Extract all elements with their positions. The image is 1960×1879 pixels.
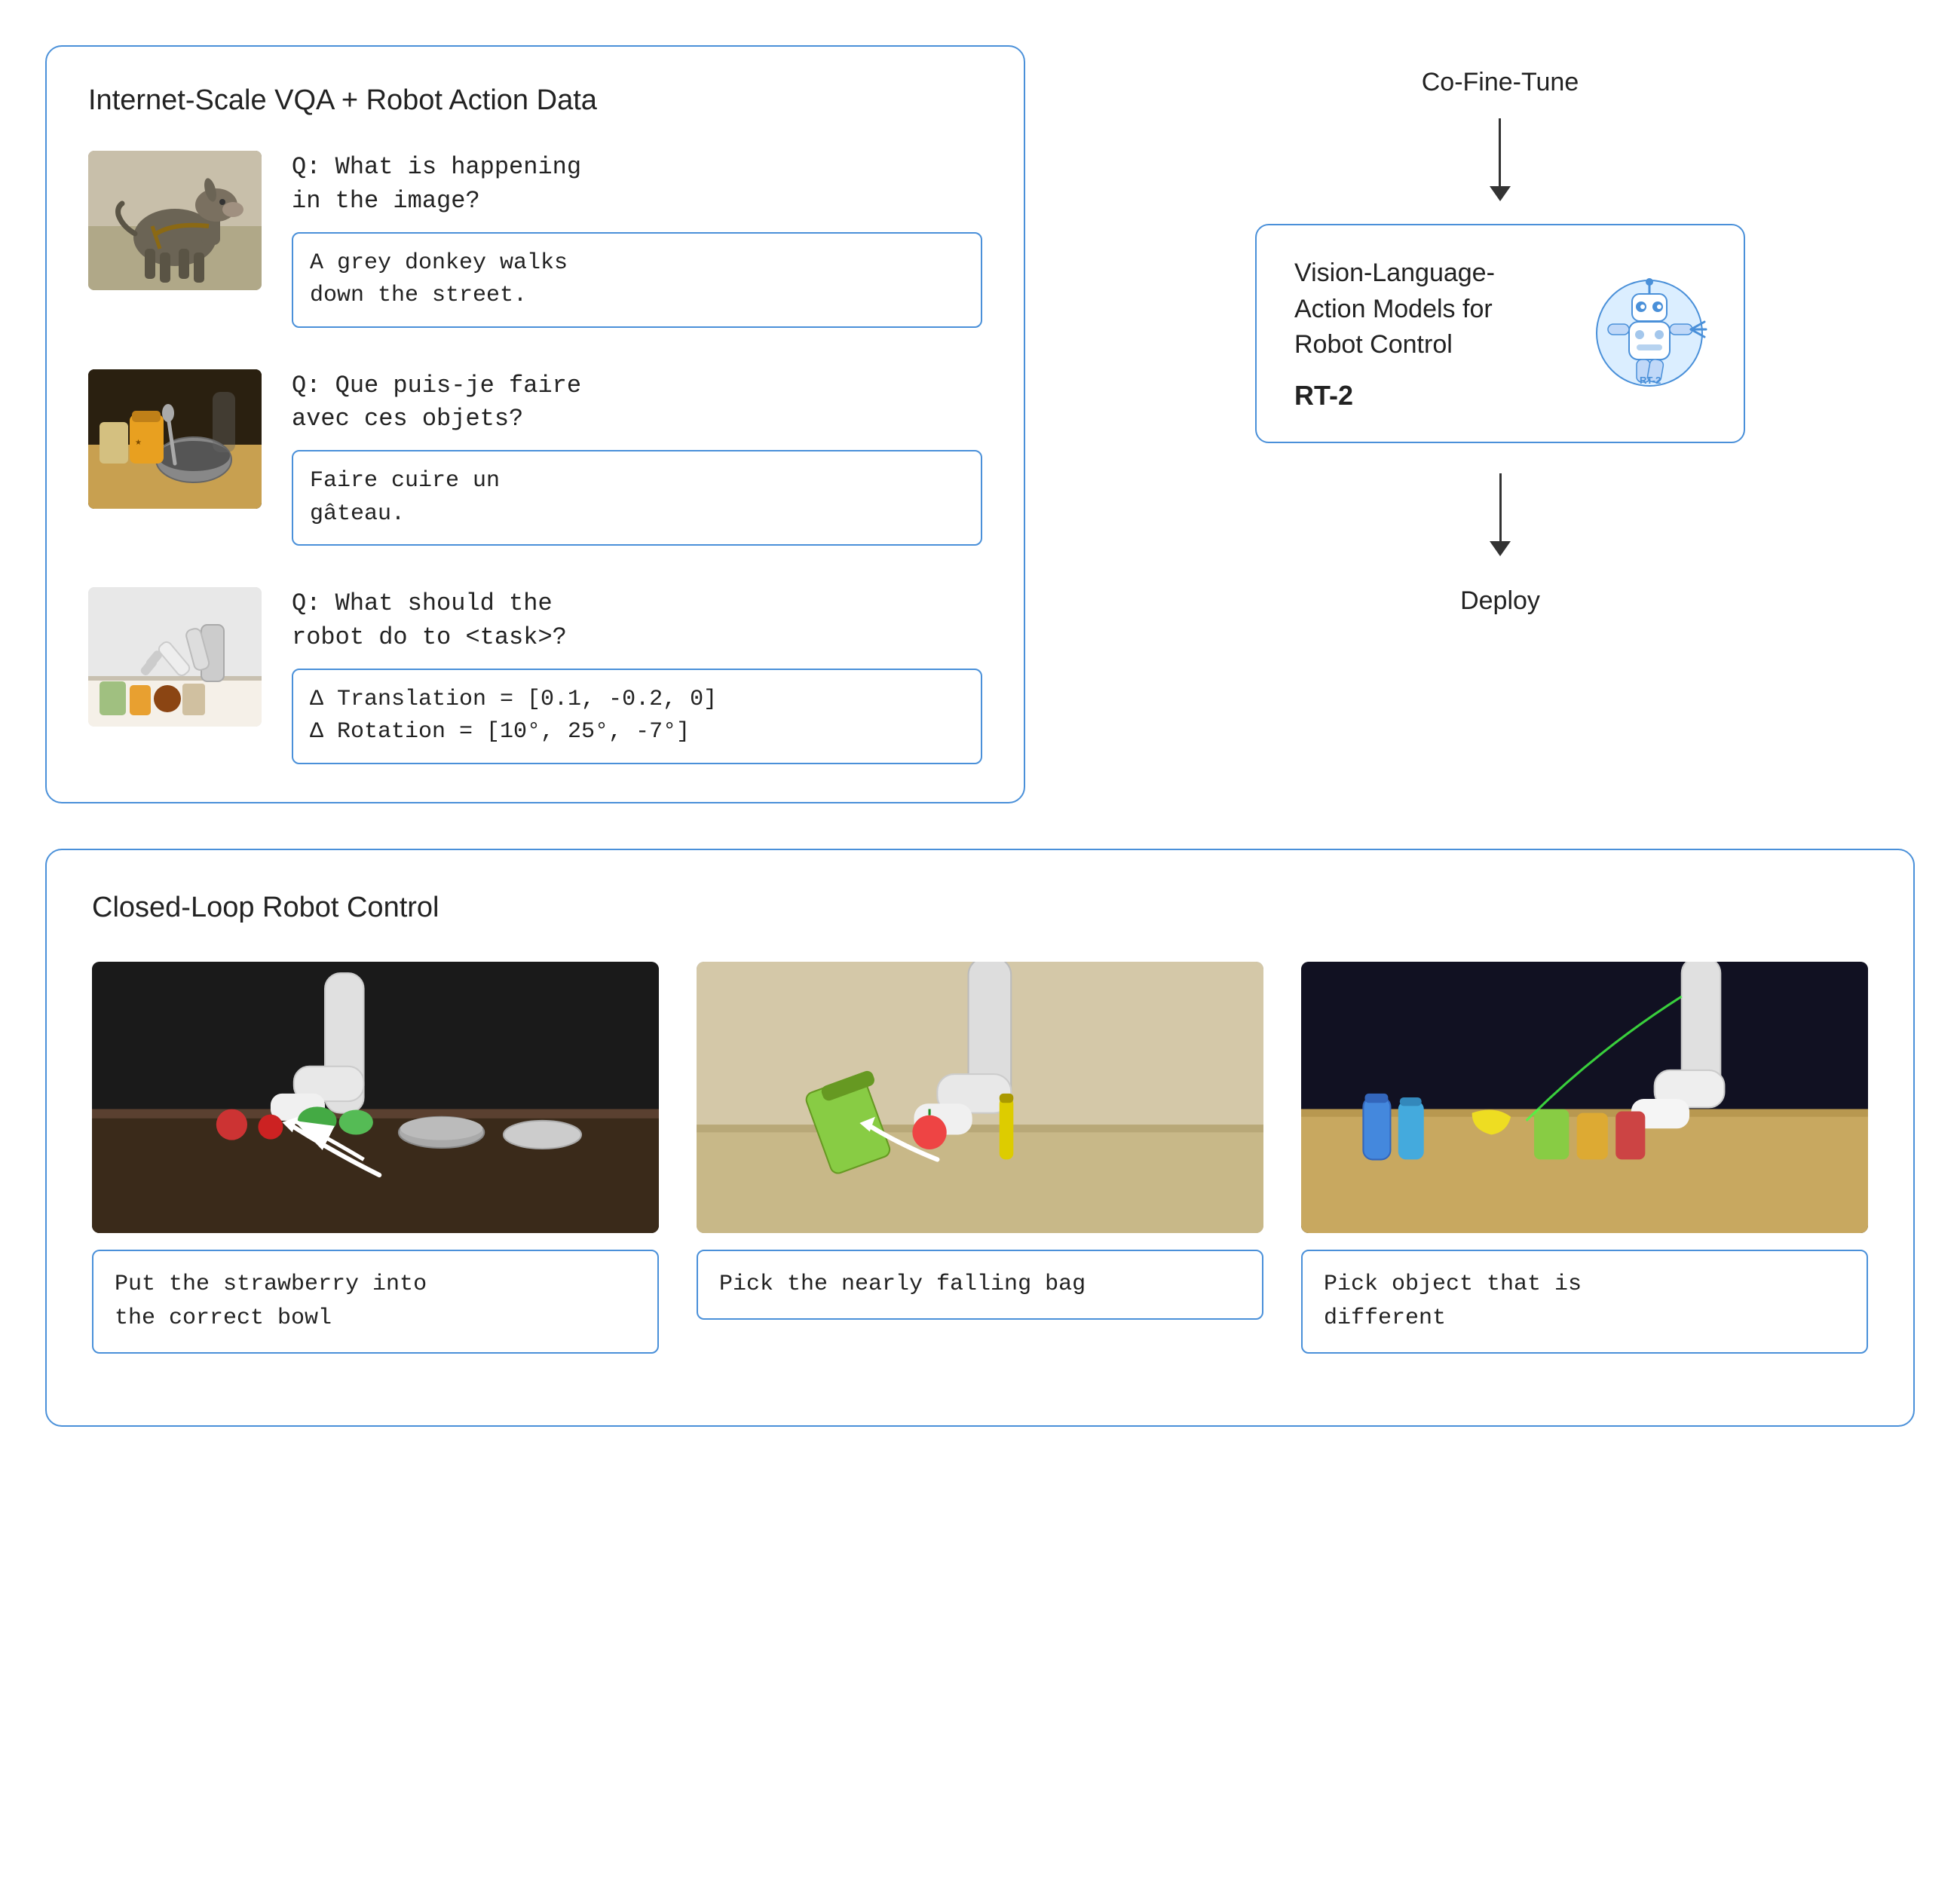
right-section: Co-Fine-Tune Vision-Language- Action Mod… [1025, 45, 1915, 628]
arrow-head-1 [1490, 186, 1511, 201]
deploy-label: Deploy [1460, 586, 1540, 616]
vqa-row-1: Q: What is happening in the image? A gre… [88, 151, 982, 328]
vqa-question-1: Q: What is happening in the image? [292, 151, 982, 219]
robot-img-3 [1301, 962, 1868, 1233]
vqa-answer-1: A grey donkey walks down the street. [292, 232, 982, 328]
robot-container-3: Pick object that is different [1301, 962, 1868, 1354]
robot-control-box: Closed-Loop Robot Control [45, 849, 1915, 1427]
vqa-question-2: Q: Que puis-je faire avec ces objets? [292, 369, 982, 437]
arrow-down-1 [1490, 118, 1511, 201]
robot-caption-2: Pick the nearly falling bag [697, 1250, 1263, 1320]
co-fine-tune-label: Co-Fine-Tune [1422, 68, 1579, 97]
vla-model-name: RT-2 [1294, 380, 1563, 412]
vqa-row-2: ★ Q: Que puis-je faire avec ces objets? … [88, 369, 982, 546]
robot-img-1 [92, 962, 659, 1233]
arrow-line-1 [1499, 118, 1501, 186]
robot-caption-3: Pick object that is different [1301, 1250, 1868, 1354]
arrow-head-2 [1490, 541, 1511, 556]
robot-illustration: RT-2 [1578, 273, 1713, 393]
robot-img-2 [697, 962, 1263, 1233]
arrow-down-2 [1490, 473, 1511, 556]
top-section: Internet-Scale VQA + Robot Action Data [45, 45, 1915, 803]
vqa-box-title: Internet-Scale VQA + Robot Action Data [88, 84, 982, 117]
deploy-group: Deploy [1460, 473, 1540, 628]
deploy-section: Deploy [1460, 473, 1540, 628]
vqa-row-3: Q: What should the robot do to <task>? Δ… [88, 587, 982, 764]
co-fine-tune-group: Co-Fine-Tune [1422, 68, 1579, 224]
vla-box: Vision-Language- Action Models for Robot… [1255, 224, 1745, 443]
vqa-question-3: Q: What should the robot do to <task>? [292, 587, 982, 655]
svg-text:RT-2: RT-2 [1640, 375, 1661, 386]
vqa-image-kitchen: ★ [88, 369, 262, 509]
arrow-line-2 [1499, 473, 1502, 541]
vqa-box: Internet-Scale VQA + Robot Action Data [45, 45, 1025, 803]
vqa-answer-3: Δ Translation = [0.1, -0.2, 0] Δ Rotatio… [292, 669, 982, 764]
vla-title: Vision-Language- Action Models for Robot… [1294, 256, 1563, 363]
vqa-image-robot [88, 587, 262, 727]
vqa-answer-2: Faire cuire un gâteau. [292, 450, 982, 546]
svg-text:★: ★ [135, 439, 142, 447]
vqa-content-1: Q: What is happening in the image? A gre… [292, 151, 982, 328]
vqa-content-2: Q: Que puis-je faire avec ces objets? Fa… [292, 369, 982, 546]
robot-container-1: Put the strawberry into the correct bowl [92, 962, 659, 1354]
vqa-image-donkey [88, 151, 262, 290]
robot-container-2: Pick the nearly falling bag [697, 962, 1263, 1354]
vla-text: Vision-Language- Action Models for Robot… [1294, 256, 1563, 412]
vqa-content-3: Q: What should the robot do to <task>? Δ… [292, 587, 982, 764]
robot-caption-1: Put the strawberry into the correct bowl [92, 1250, 659, 1354]
main-layout: Internet-Scale VQA + Robot Action Data [45, 45, 1915, 1427]
robot-control-title: Closed-Loop Robot Control [92, 892, 1868, 924]
robot-images-row: Put the strawberry into the correct bowl [92, 962, 1868, 1354]
